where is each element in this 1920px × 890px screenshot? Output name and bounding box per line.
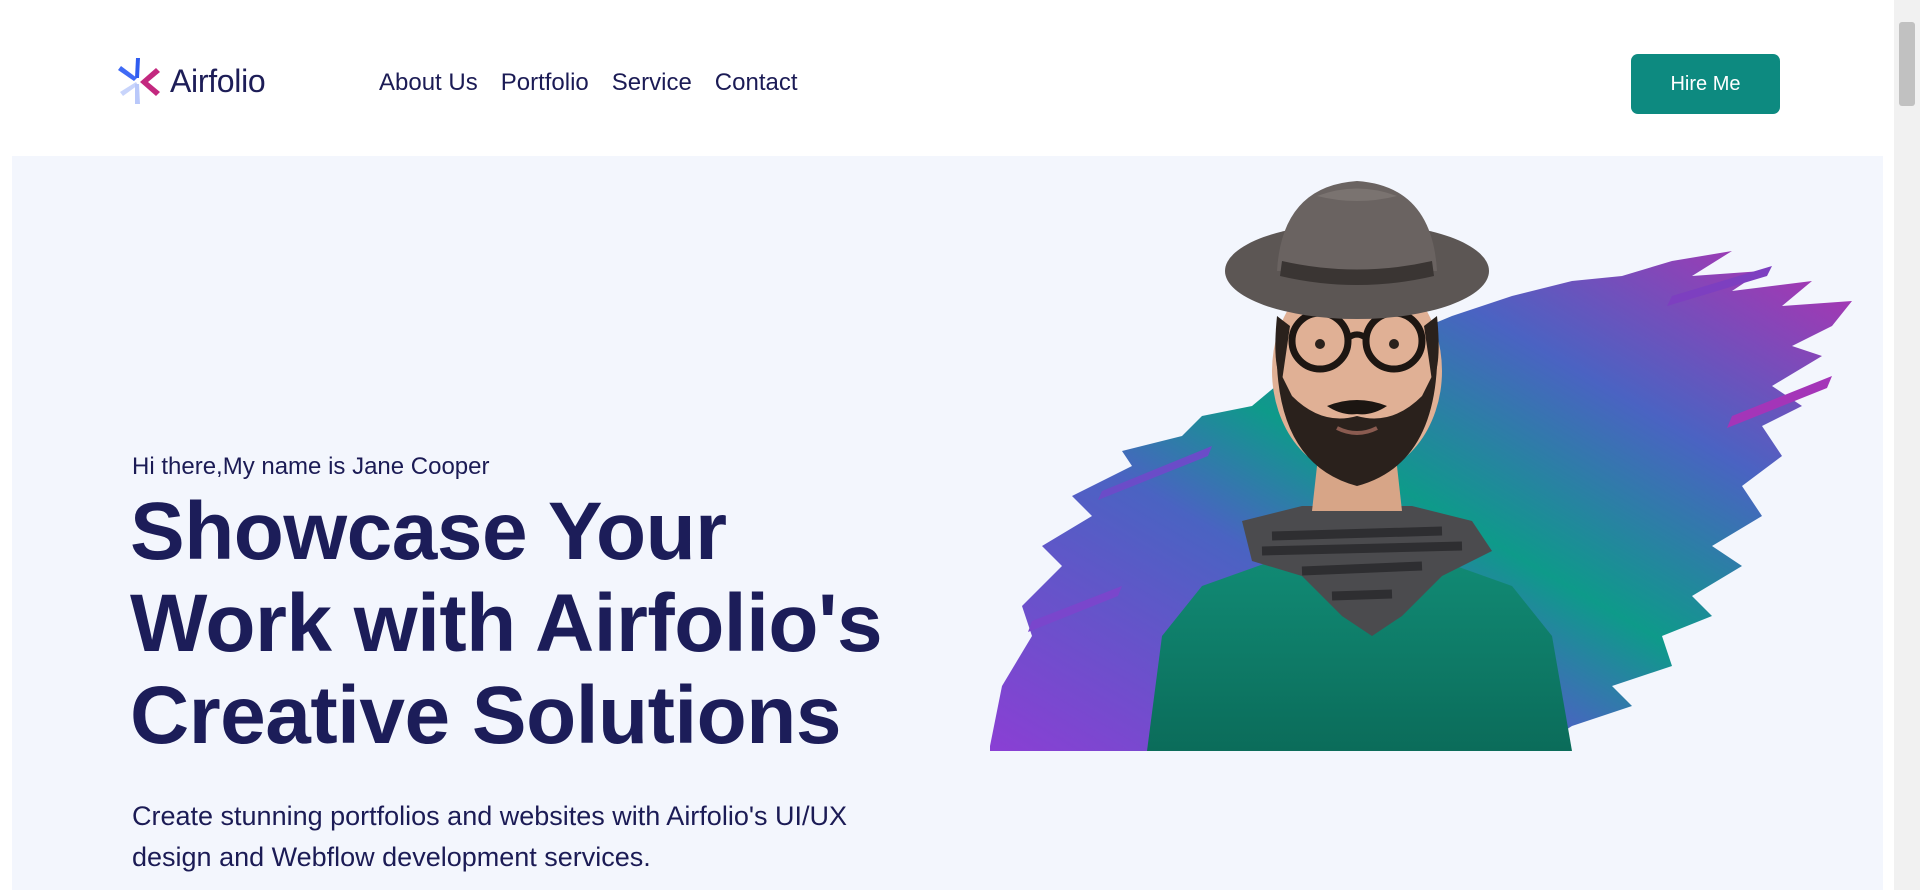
main-nav: About Us Portfolio Service Contact xyxy=(379,67,821,99)
page-scrollbar[interactable] xyxy=(1894,0,1920,890)
nav-link-about-us[interactable]: About Us xyxy=(379,67,478,99)
nav-link-service[interactable]: Service xyxy=(612,67,692,99)
hero-section: Hi there,My name is Jane Cooper Showcase… xyxy=(12,156,1883,890)
logo-text: Airfolio xyxy=(170,62,266,99)
hero-greeting: Hi there,My name is Jane Cooper xyxy=(132,453,490,480)
portrait-man-hat-glasses-scarf-icon xyxy=(990,181,1852,751)
hire-me-button[interactable]: Hire Me xyxy=(1631,54,1780,114)
asterisk-logo-icon xyxy=(118,58,160,104)
nav-link-portfolio[interactable]: Portfolio xyxy=(501,67,589,99)
hero-headline: Showcase Your Work with Airfolio's Creat… xyxy=(130,486,883,761)
scrollbar-thumb[interactable] xyxy=(1899,22,1915,106)
nav-link-contact[interactable]: Contact xyxy=(715,67,798,99)
site-header: Airfolio About Us Portfolio Service Cont… xyxy=(0,0,1894,156)
hero-illustration xyxy=(972,166,1872,751)
logo[interactable]: Airfolio xyxy=(116,56,266,106)
hero-subtext: Create stunning portfolios and websites … xyxy=(132,801,847,872)
